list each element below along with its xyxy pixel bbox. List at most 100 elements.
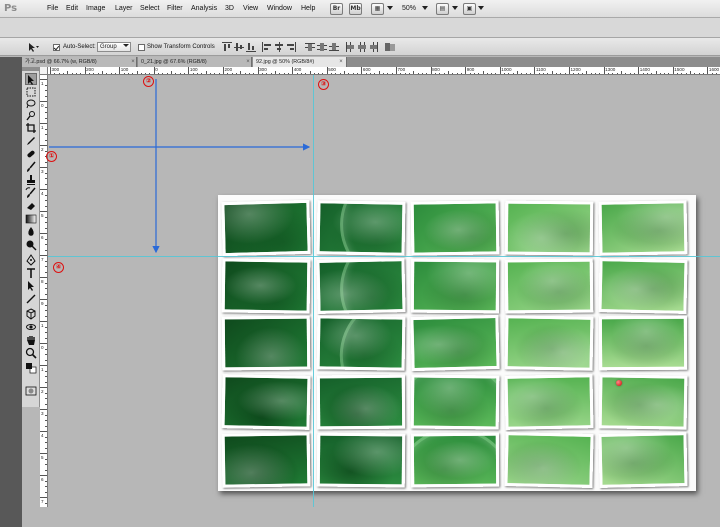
pen-icon[interactable] — [25, 254, 37, 266]
menu-view[interactable]: View — [243, 0, 258, 18]
canvas-workspace[interactable] — [48, 75, 720, 507]
distribute-horizontal-center-icon[interactable] — [357, 42, 367, 52]
distribute-vertical-center-icon[interactable] — [317, 42, 327, 52]
quick-select-icon[interactable] — [25, 110, 37, 122]
close-icon[interactable]: × — [130, 59, 136, 65]
close-icon[interactable]: × — [338, 59, 344, 65]
chevron-down-icon[interactable] — [422, 6, 428, 10]
healing-icon[interactable] — [25, 148, 37, 160]
close-icon[interactable]: × — [245, 59, 251, 65]
annotation-marker-2: ② — [143, 76, 154, 87]
ruler-label: 2 — [41, 147, 44, 152]
3d-rotate-icon[interactable] — [25, 308, 37, 320]
ruler-label: 500 — [328, 67, 336, 72]
menu-image[interactable]: Image — [86, 0, 105, 18]
lasso-icon[interactable] — [25, 98, 37, 110]
menu-edit[interactable]: Edit — [66, 0, 78, 18]
gradient-icon[interactable] — [25, 213, 37, 225]
color-swatches-icon[interactable] — [25, 362, 37, 374]
photo-tile — [504, 200, 594, 256]
ruler-tick — [40, 409, 47, 410]
align-horizontal-center-icon[interactable] — [274, 42, 284, 52]
tile-image — [319, 200, 406, 256]
eraser-icon[interactable] — [25, 200, 37, 212]
tile-image — [410, 432, 500, 488]
tab-document-3[interactable]: 92.jpg @ 50% (RGB/8#) — [253, 57, 347, 67]
distribute-right-icon[interactable] — [369, 42, 379, 52]
ruler-label: 5 — [41, 213, 44, 218]
quick-mask-icon[interactable] — [25, 385, 37, 397]
history-brush-icon[interactable] — [25, 187, 37, 199]
menu-analysis[interactable]: Analysis — [191, 0, 217, 18]
align-left-icon[interactable] — [262, 42, 272, 52]
tile-image — [410, 314, 500, 372]
ruler-label: 1400 — [639, 67, 650, 72]
view-extras-icon[interactable]: ▦ — [371, 3, 384, 15]
ruler-label: 2 — [41, 389, 44, 394]
vertical-ruler[interactable]: 10123456789101234567 — [40, 75, 48, 507]
align-right-icon[interactable] — [286, 42, 296, 52]
marquee-icon[interactable] — [25, 86, 37, 98]
align-bottom-icon[interactable] — [246, 42, 256, 52]
distribute-bottom-icon[interactable] — [329, 42, 339, 52]
document-canvas[interactable] — [218, 195, 696, 491]
tile-image — [319, 435, 403, 485]
chevron-down-icon[interactable] — [387, 6, 393, 10]
brush-icon[interactable] — [25, 161, 37, 173]
align-vertical-center-icon[interactable] — [234, 42, 244, 52]
ruler-label: 4 — [41, 433, 44, 438]
tile-image — [410, 258, 500, 314]
eyedropper-icon[interactable] — [25, 135, 37, 147]
tab-document-1[interactable]: 가고.psd @ 66.7% (w, RGB/8) — [22, 57, 137, 67]
zoom-level[interactable]: 50% — [402, 0, 416, 18]
photo-tile — [410, 200, 500, 256]
ruler-tick — [40, 189, 47, 190]
ruler-label: 0 — [155, 67, 158, 72]
path-select-icon[interactable] — [25, 280, 37, 292]
tab-document-2[interactable]: 0_21.jpg @ 67.6% (RGB/8) — [138, 57, 252, 67]
horizontal-guide[interactable] — [48, 256, 720, 257]
menu-layer[interactable]: Layer — [115, 0, 133, 18]
menu-3d[interactable]: 3D — [225, 0, 234, 18]
horizontal-ruler[interactable]: 300 200 100 0 100 200 300 400 500 600 700 800 900 100… — [40, 67, 720, 75]
menu-filter[interactable]: Filter — [167, 0, 183, 18]
left-panel-strip — [0, 57, 22, 527]
clone-stamp-icon[interactable] — [25, 174, 37, 186]
ruler-tick — [40, 497, 47, 498]
menu-select[interactable]: Select — [140, 0, 159, 18]
zoom-icon[interactable] — [25, 347, 37, 359]
minibridge-icon[interactable]: Mb — [349, 3, 362, 15]
hand-icon[interactable] — [25, 334, 37, 346]
move-tool-preset-icon[interactable] — [28, 42, 40, 52]
type-icon[interactable] — [25, 267, 37, 279]
ruler-origin[interactable] — [40, 67, 48, 75]
vertical-guide[interactable] — [313, 75, 314, 507]
tile-image — [224, 261, 308, 311]
tab-label: 0_21.jpg @ 67.6% (RGB/8) — [141, 59, 207, 65]
auto-align-layers-icon[interactable] — [385, 42, 395, 52]
menu-help[interactable]: Help — [301, 0, 315, 18]
dodge-icon[interactable] — [25, 239, 37, 251]
distribute-top-icon[interactable] — [305, 42, 315, 52]
ruler-tick — [40, 321, 47, 322]
shape-icon[interactable] — [25, 293, 37, 305]
menu-window[interactable]: Window — [267, 0, 292, 18]
screen-mode-icon[interactable]: ▣ — [463, 3, 476, 15]
annotation-marker-4: ④ — [53, 262, 64, 273]
ruler-label: 1500 — [674, 67, 685, 72]
move-icon[interactable] — [25, 73, 37, 85]
3d-orbit-icon[interactable] — [25, 321, 37, 333]
arrange-documents-icon[interactable]: ▤ — [436, 3, 449, 15]
chevron-down-icon[interactable] — [478, 6, 484, 10]
auto-select-checkbox[interactable] — [53, 44, 60, 51]
crop-icon[interactable] — [25, 122, 37, 134]
align-top-icon[interactable] — [222, 42, 232, 52]
menu-file[interactable]: File — [47, 0, 58, 18]
show-transform-checkbox[interactable] — [138, 44, 145, 51]
blur-icon[interactable] — [25, 226, 37, 238]
bridge-icon[interactable]: Br — [330, 3, 343, 15]
chevron-down-icon[interactable] — [452, 6, 458, 10]
options-bar-separator — [0, 18, 720, 38]
toolbar-grip[interactable] — [22, 67, 40, 71]
distribute-left-icon[interactable] — [345, 42, 355, 52]
